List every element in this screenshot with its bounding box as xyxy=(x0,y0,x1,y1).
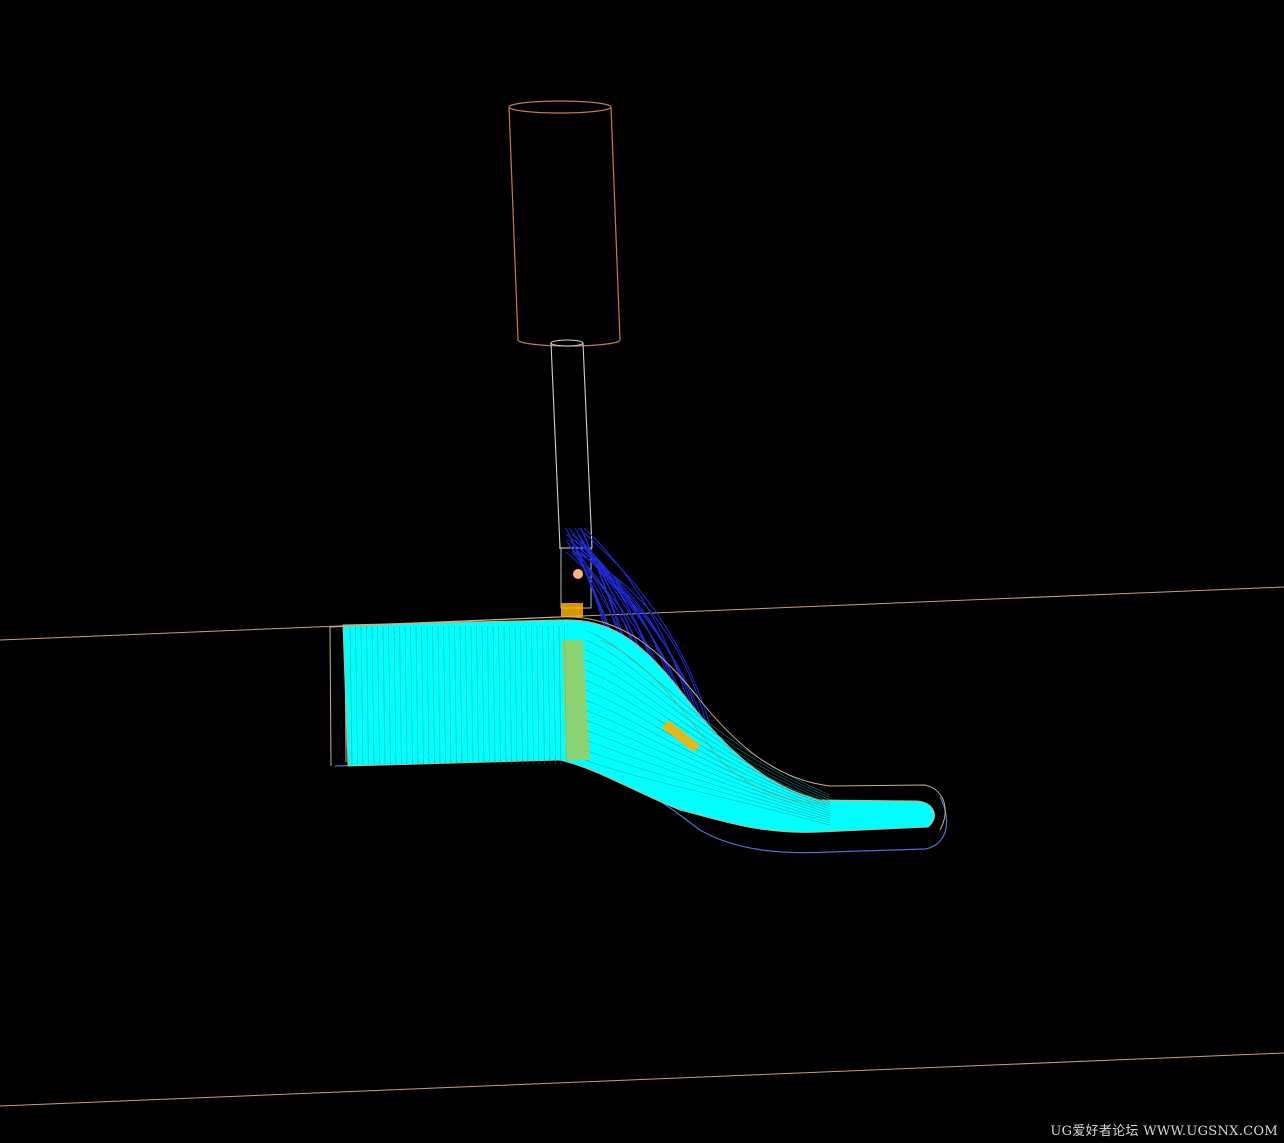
reference-line-lower xyxy=(0,1052,1284,1107)
tool-shank[interactable] xyxy=(550,339,593,549)
tool-holder[interactable] xyxy=(508,100,621,347)
reference-line-upper xyxy=(0,586,1284,641)
cam-graphics-viewport[interactable] xyxy=(0,0,1284,1143)
tool-tip-marker xyxy=(573,569,583,579)
machined-part[interactable] xyxy=(329,616,948,854)
forum-watermark: UG爱好者论坛 WWW.UGSNX.COM xyxy=(1050,1124,1278,1139)
cutter-highlight xyxy=(561,603,583,617)
machined-surface xyxy=(342,619,935,833)
